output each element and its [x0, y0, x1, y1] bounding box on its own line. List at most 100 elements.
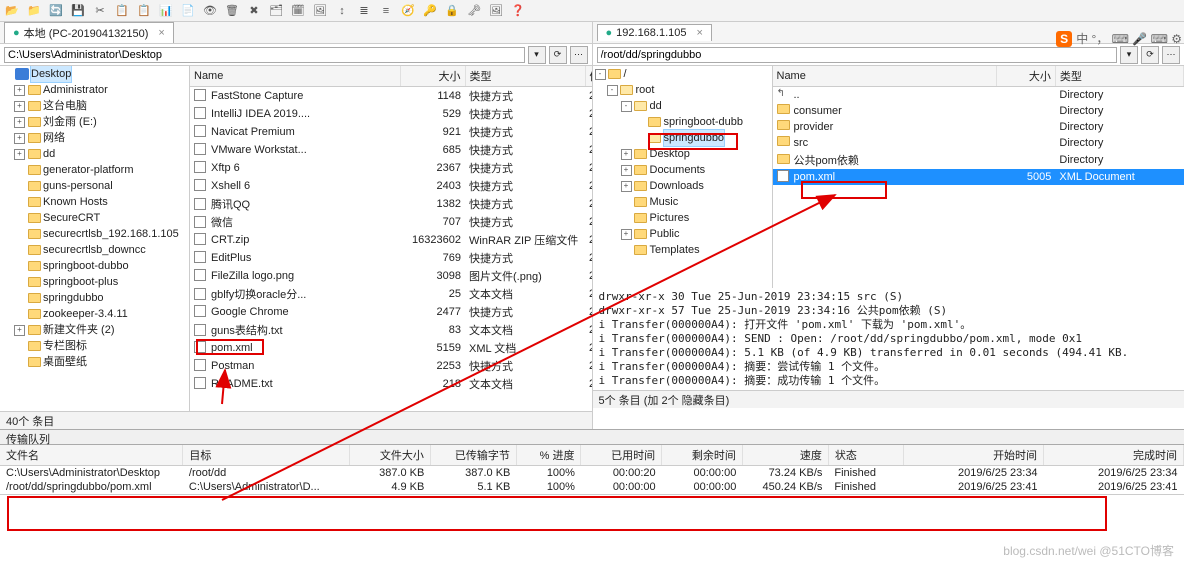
list-item[interactable]: Postman2253快捷方式20 [190, 357, 592, 375]
local-path-input[interactable] [4, 47, 525, 63]
tree-item[interactable]: springboot-dubbo [0, 258, 189, 274]
close-icon[interactable]: × [697, 27, 703, 39]
expand-icon[interactable]: - [595, 69, 606, 80]
tree-item[interactable]: +刘金雨 (E:) [0, 114, 189, 130]
toolbar-button[interactable]: ≡ [378, 3, 394, 19]
col-name[interactable]: Name [773, 66, 997, 87]
remote-file-list[interactable]: Name 大小 类型 ↰..DirectoryconsumerDirectory… [773, 66, 1184, 288]
toolbar-button[interactable]: ≣ [356, 3, 372, 19]
col-type[interactable]: 类型 [465, 66, 585, 87]
col-rem[interactable]: 剩余时间 [662, 445, 743, 466]
toolbar-button[interactable]: 🔄 [48, 3, 64, 19]
tree-item[interactable]: Pictures [593, 210, 772, 226]
tree-item[interactable]: 专栏图标 [0, 338, 189, 354]
expand-icon[interactable]: + [621, 181, 632, 192]
expand-icon[interactable]: + [14, 85, 25, 96]
expand-icon[interactable]: - [621, 101, 632, 112]
toolbar-button[interactable]: 🔑 [422, 3, 438, 19]
tree-item[interactable]: Templates [593, 242, 772, 258]
list-item[interactable]: IntelliJ IDEA 2019....529快捷方式20 [190, 105, 592, 123]
list-item[interactable]: ↰..Directory [773, 87, 1184, 104]
list-item[interactable]: guns表结构.txt83文本文档20 [190, 321, 592, 339]
toolbar-button[interactable]: 💾 [70, 3, 86, 19]
tree-item[interactable]: Music [593, 194, 772, 210]
col-file[interactable]: 文件名 [0, 445, 183, 466]
tree-item[interactable]: securecrtlsb_192.168.1.105 [0, 226, 189, 242]
remote-up-button[interactable]: ⋯ [1162, 46, 1180, 64]
toolbar-button[interactable]: 🖼 [488, 3, 504, 19]
col-mod[interactable]: 修 [585, 66, 592, 87]
col-dest[interactable]: 目标 [183, 445, 350, 466]
toolbar-button[interactable]: 🗓 [290, 3, 306, 19]
col-state[interactable]: 状态 [828, 445, 903, 466]
expand-icon[interactable]: + [621, 165, 632, 176]
transfer-queue[interactable]: 文件名 目标 文件大小 已传输字节 % 进度 已用时间 剩余时间 速度 状态 开… [0, 445, 1184, 495]
tree-item[interactable]: springdubbo [593, 130, 772, 146]
toolbar-button[interactable]: ✂ [92, 3, 108, 19]
transfer-row[interactable]: /root/dd/springdubbo/pom.xmlC:\Users\Adm… [0, 480, 1184, 494]
tree-item[interactable]: guns-personal [0, 178, 189, 194]
tree-item[interactable]: zookeeper-3.4.11 [0, 306, 189, 322]
toolbar-button[interactable]: 📋 [136, 3, 152, 19]
toolbar-button[interactable]: ❓ [510, 3, 526, 19]
tree-item[interactable]: springdubbo [0, 290, 189, 306]
col-pct[interactable]: % 进度 [516, 445, 581, 466]
tree-item[interactable]: +dd [0, 146, 189, 162]
remote-log[interactable]: drwxr-xr-x 30 Tue 25-Jun-2019 23:34:15 s… [593, 288, 1184, 390]
col-name[interactable]: Name [190, 66, 400, 87]
tree-item[interactable]: +Documents [593, 162, 772, 178]
expand-icon[interactable]: - [607, 85, 618, 96]
tree-item[interactable]: Known Hosts [0, 194, 189, 210]
list-item[interactable]: 公共pom依赖Directory [773, 151, 1184, 169]
transfer-row[interactable]: C:\Users\Administrator\Desktop/root/dd38… [0, 466, 1184, 481]
expand-icon[interactable]: + [14, 133, 25, 144]
col-speed[interactable]: 速度 [742, 445, 828, 466]
tree-item[interactable]: +新建文件夹 (2) [0, 322, 189, 338]
tree-item[interactable]: SecureCRT [0, 210, 189, 226]
list-item[interactable]: 腾讯QQ1382快捷方式20 [190, 195, 592, 213]
list-item[interactable]: Xshell 62403快捷方式20 [190, 177, 592, 195]
close-icon[interactable]: × [158, 27, 164, 39]
list-item[interactable]: EditPlus769快捷方式20 [190, 249, 592, 267]
expand-icon[interactable]: + [14, 117, 25, 128]
toolbar-button[interactable]: 👁 [202, 3, 218, 19]
list-item[interactable]: FastStone Capture1148快捷方式20 [190, 87, 592, 106]
remote-path-input[interactable] [597, 47, 1118, 63]
expand-icon[interactable]: + [14, 101, 25, 112]
col-size[interactable]: 大小 [400, 66, 465, 87]
tree-item[interactable]: +网络 [0, 130, 189, 146]
col-elapsed[interactable]: 已用时间 [581, 445, 662, 466]
toolbar-button[interactable]: 🔒 [444, 3, 460, 19]
toolbar-button[interactable]: 🗑 [224, 3, 240, 19]
expand-icon[interactable]: + [621, 149, 632, 160]
list-item[interactable]: pom.xml5005XML Document [773, 169, 1184, 185]
list-item[interactable]: 微信707快捷方式20 [190, 213, 592, 231]
toolbar-button[interactable]: ✖ [246, 3, 262, 19]
tree-item[interactable]: generator-platform [0, 162, 189, 178]
toolbar-button[interactable]: 📊 [158, 3, 174, 19]
list-item[interactable]: Navicat Premium921快捷方式20 [190, 123, 592, 141]
list-item[interactable]: consumerDirectory [773, 103, 1184, 119]
list-item[interactable]: srcDirectory [773, 135, 1184, 151]
list-item[interactable]: gblfy切换oracle分...25文本文档20 [190, 285, 592, 303]
expand-icon[interactable]: + [14, 149, 25, 160]
toolbar-button[interactable]: 📁 [26, 3, 42, 19]
list-item[interactable]: README.txt218文本文档20 [190, 375, 592, 393]
tree-item[interactable]: Desktop [0, 66, 189, 82]
tree-item[interactable]: springboot-plus [0, 274, 189, 290]
col-end[interactable]: 完成时间 [1044, 445, 1184, 466]
remote-tab[interactable]: ●192.168.1.105× [597, 24, 712, 41]
col-start[interactable]: 开始时间 [904, 445, 1044, 466]
toolbar-button[interactable]: ↕ [334, 3, 350, 19]
tree-item[interactable]: springboot-dubb [593, 114, 772, 130]
local-tab[interactable]: ●本地 (PC-201904132150)× [4, 22, 174, 43]
col-sent[interactable]: 已传输字节 [430, 445, 516, 466]
list-item[interactable]: FileZilla logo.png3098图片文件(.png)20 [190, 267, 592, 285]
toolbar-button[interactable]: 🧭 [400, 3, 416, 19]
toolbar-button[interactable]: 📄 [180, 3, 196, 19]
remote-path-dropdown[interactable]: ▾ [1120, 46, 1138, 64]
list-item[interactable]: VMware Workstat...685快捷方式20 [190, 141, 592, 159]
expand-icon[interactable]: + [621, 229, 632, 240]
toolbar-button[interactable]: 🗝 [466, 3, 482, 19]
list-item[interactable]: CRT.zip16323602WinRAR ZIP 压缩文件20 [190, 231, 592, 249]
